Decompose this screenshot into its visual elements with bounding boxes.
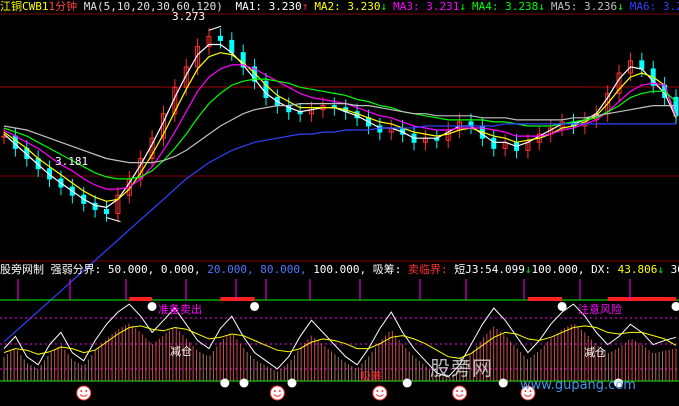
indicator-histogram (3, 323, 677, 381)
ma-arrow-3: ↓ (459, 0, 467, 13)
chart-canvas (0, 13, 679, 401)
top-signal-dot (147, 301, 157, 311)
bottom-signal-dot (287, 378, 297, 388)
period-label: 1分钟 (48, 0, 78, 13)
dx-arrow: ↓ (657, 263, 665, 276)
sell-signal-bar (129, 297, 153, 301)
indicator-line-dx (3, 325, 677, 359)
candle-body (217, 35, 223, 41)
smiley-face (452, 385, 468, 401)
low-price-label: 3.181 (55, 155, 89, 168)
smiley-eye (456, 390, 459, 392)
ma-readout-4: MA4: 3.238↓ (472, 0, 545, 13)
smiley-icon (452, 385, 468, 401)
buy-label: 吸筹: (372, 263, 402, 276)
ma-line-ma6 (3, 123, 676, 343)
signal-mid-label-2: 减仓 (584, 346, 606, 359)
dx-label: DX: (591, 263, 612, 276)
ma-line-ma3 (3, 64, 677, 190)
levels-readout: 50.000, 0.000, 20.000, 80.000, 100.000, (108, 263, 373, 276)
ma-line-ma5 (3, 102, 676, 164)
ma-arrow-5: ↓ (617, 0, 624, 13)
smiley-eye (461, 390, 464, 392)
ma-line-ma4 (3, 78, 677, 180)
smiley-eye (85, 390, 88, 392)
last-value: 36.801 (670, 263, 679, 276)
signal-top-label-2: 注意风险 (578, 303, 622, 316)
sell-signal-bar (220, 297, 255, 301)
candle-body (468, 121, 474, 127)
level-value-4: 100.000, (313, 263, 373, 276)
instrument-name: 江铜CWB1 (0, 0, 49, 13)
signal-top-label-1: 准备卖出 (158, 303, 202, 316)
ma-lines (3, 25, 677, 343)
smiley-face (269, 385, 285, 401)
smiley-face (76, 385, 92, 401)
top-signal-dot (250, 301, 260, 311)
ma-readout-1: MA1: 3.230↑ (235, 0, 309, 13)
smiley-icon (76, 385, 92, 401)
j3-arrow: ↓ (524, 263, 532, 276)
smiley-eye (376, 390, 379, 392)
watermark-url: www.gupang.com (520, 378, 636, 393)
boundary-label: 强弱分界: (50, 263, 102, 276)
signal-mid-label-1: 减仓 (170, 345, 192, 358)
ma-arrow-1: ↑ (301, 0, 309, 13)
smiley-eye (278, 390, 281, 392)
bottom-signal-dot (220, 378, 230, 388)
smiley-icon (269, 385, 285, 401)
bottom-signal-dot (239, 378, 249, 388)
dx-value: 43.806 (617, 263, 658, 276)
smiley-eye (80, 390, 83, 392)
candle-body (639, 60, 645, 70)
low-marker (106, 217, 121, 223)
ma-readouts: MA1: 3.230↑ MA2: 3.230↓ MA3: 3.231↓ MA4: 3.… (229, 0, 679, 13)
ma-readout-3: MA3: 3.231↓ (393, 0, 467, 13)
ma-readout-6: MA6: 3.227↓ (629, 0, 679, 13)
candle-body (491, 137, 497, 149)
indicator-name: 股旁网制 (0, 263, 44, 276)
watermark-text: 股旁网 (430, 356, 493, 380)
sell-signal-bar (527, 297, 563, 301)
indicator-line-短j3 (3, 303, 677, 378)
ma-readout-2: MA2: 3.230↓ (314, 0, 388, 13)
top-signal-dot (557, 301, 567, 311)
ma-arrow-4: ↓ (538, 0, 545, 13)
high-price-label: 3.273 (172, 10, 206, 23)
j3-label: 短J3: (454, 263, 486, 276)
indicator-lines (3, 303, 677, 378)
level-value-0: 50.000, (107, 263, 161, 276)
sell-label: 卖临界: (408, 263, 448, 276)
main-panel (0, 13, 679, 343)
sell-signal-bar (607, 297, 676, 301)
top-signal-dot (671, 301, 679, 311)
level-value-3: 80.000, (260, 263, 314, 276)
signal-bottom-label: 吸筹 (360, 370, 382, 383)
smiley-face (372, 385, 388, 401)
level-value-1: 0.000, (160, 263, 208, 276)
j3-value: 54.099 (485, 263, 525, 276)
candle-body (104, 208, 110, 215)
indicator-tick-marks (17, 279, 631, 300)
indicator-header: 股旁网制 强弱分界: 50.000, 0.000, 20.000, 80.000… (0, 263, 679, 277)
v100-value: 100.000, (531, 263, 585, 276)
smiley-icon (372, 385, 388, 401)
bottom-signal-dot (498, 378, 508, 388)
ma-arrow-2: ↓ (380, 0, 388, 13)
bottom-signal-dot (402, 378, 412, 388)
high-marker (208, 25, 222, 31)
ma-readout-5: MA5: 3.236↓ (550, 0, 624, 13)
smiley-eye (273, 390, 276, 392)
price-header: 江铜CWB11分钟 MA(5,10,20,30,60,120) MA1: 3.2… (0, 0, 679, 14)
candle-body (229, 39, 235, 54)
smiley-eye (381, 390, 384, 392)
level-value-2: 20.000, (207, 263, 261, 276)
candle-body (1, 135, 7, 138)
